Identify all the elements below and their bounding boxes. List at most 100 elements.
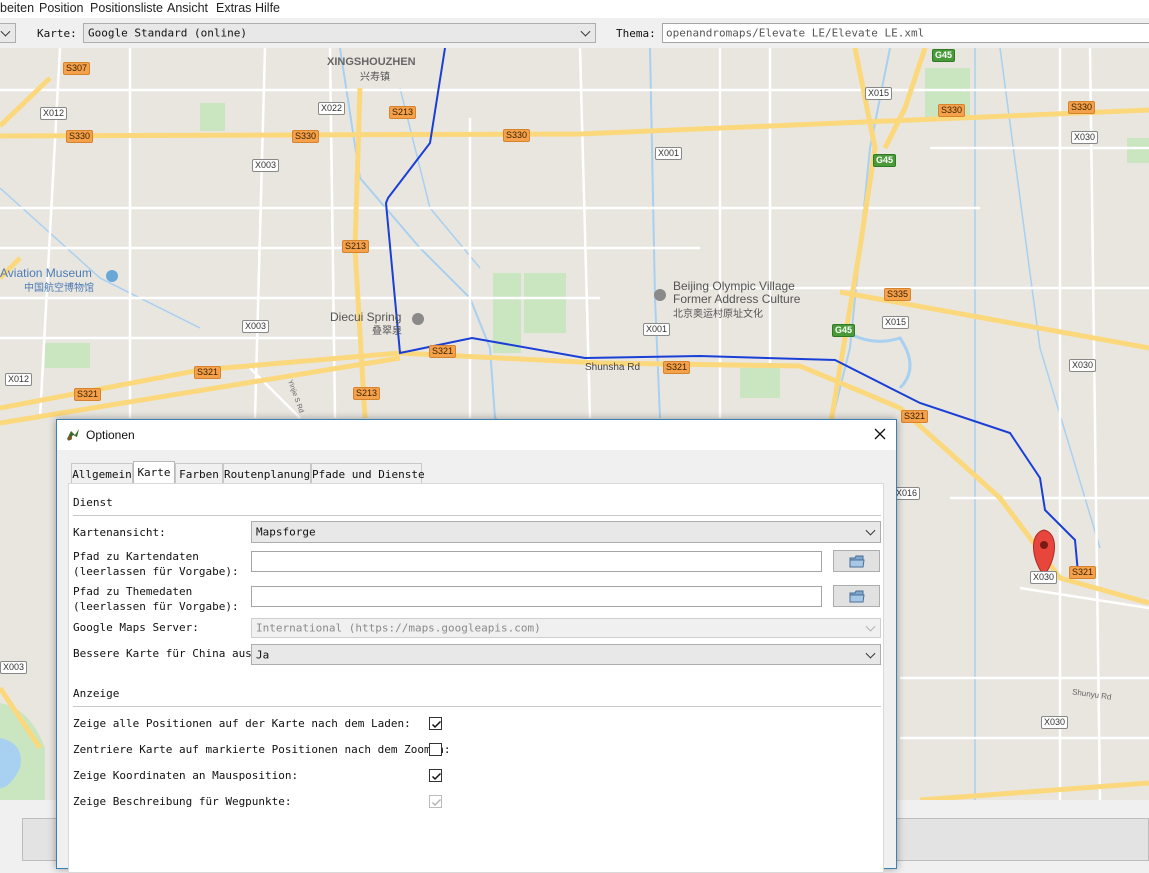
road-shield: G45 [932, 49, 956, 62]
gmaps-server-select: International (https://maps.googleapis.c… [251, 618, 881, 638]
road-shield: S330 [292, 130, 320, 143]
dialog-titlebar[interactable]: Optionen [57, 420, 896, 450]
map-select[interactable]: Google Standard (online) [83, 23, 596, 43]
menu-position[interactable]: Position [39, 1, 83, 15]
label-xingshouzhen: XINGSHOUZHEN [327, 56, 416, 68]
show-all-positions-checkbox[interactable] [429, 717, 442, 730]
road-shield: S330 [66, 130, 94, 143]
checkmark-icon [431, 720, 442, 729]
tab-label: Allgemein [72, 468, 132, 481]
road-shield: X030 [1030, 571, 1058, 584]
road-shield: X003 [252, 159, 280, 172]
theme-data-path-input[interactable] [251, 586, 822, 607]
browse-theme-data-button[interactable] [833, 585, 880, 607]
left-dropdown[interactable] [0, 23, 16, 43]
folder-icon [849, 555, 865, 568]
road-shield: S321 [74, 388, 102, 401]
close-icon[interactable] [870, 424, 890, 444]
show-description-checkbox [429, 795, 442, 808]
landmark-poi-icon[interactable] [654, 289, 666, 301]
theme-data-sublabel: (leerlassen für Vorgabe): [73, 600, 239, 613]
label-olympic-village-cn: 北京奥运村原址文化 [673, 309, 763, 320]
road-shield: X015 [882, 316, 910, 329]
section-divider [73, 706, 881, 707]
park-area [1127, 138, 1149, 163]
menu-edit[interactable]: beiten [0, 1, 34, 15]
chevron-down-icon [0, 26, 11, 37]
label-olympic-village: Beijing Olympic Village [673, 279, 795, 293]
tab-map[interactable]: Karte [133, 461, 175, 484]
tab-label: Karte [137, 466, 171, 479]
checkmark-icon [431, 772, 442, 781]
section-service-heading: Dienst [73, 496, 113, 509]
gmaps-server-value: International (https://maps.googleapis.c… [256, 621, 541, 635]
map-options-panel: Dienst Kartenansicht: Mapsforge Pfad zu … [68, 483, 884, 873]
map-data-label: Pfad zu Kartendaten [73, 550, 199, 563]
theme-field-value: openandromaps/Elevate LE/Elevate LE.xml [666, 26, 925, 40]
browse-map-data-button[interactable] [833, 550, 880, 572]
label-shunsha-rd: Shunsha Rd [585, 362, 641, 373]
folder-icon [849, 590, 865, 603]
section-divider [73, 515, 881, 516]
tab-route-planning[interactable]: Routenplanung [223, 463, 311, 483]
road-shield: G45 [873, 154, 897, 167]
map-select-value: Google Standard (online) [88, 26, 247, 40]
better-china-select[interactable]: Ja [251, 644, 881, 665]
road-shield: S330 [1068, 101, 1096, 114]
road-shield: G45 [832, 324, 856, 337]
road-shield: S321 [901, 410, 929, 423]
label-xingshouzhen-cn: 兴寿镇 [360, 72, 390, 83]
menu-position-list[interactable]: Positionsliste [90, 1, 163, 15]
park-area [524, 273, 566, 333]
menu-bar: beiten Position Positionsliste Ansicht E… [0, 0, 1149, 18]
road-shield: X012 [5, 373, 33, 386]
map-view-value: Mapsforge [256, 525, 316, 539]
better-china-value: Ja [256, 648, 270, 661]
road-shield: X003 [0, 661, 28, 674]
road-shield: S330 [503, 129, 531, 142]
map-view-select[interactable]: Mapsforge [251, 521, 881, 543]
chevron-down-icon [865, 525, 876, 536]
center-map-checkbox[interactable] [429, 743, 442, 756]
label-olympic-village-2: Former Address Culture [673, 292, 801, 306]
theme-data-label: Pfad zu Themedaten [73, 585, 193, 598]
tab-general[interactable]: Allgemein [71, 463, 133, 483]
tab-label: Pfade und Dienste [312, 468, 425, 481]
road-shield: X030 [1071, 131, 1099, 144]
show-all-positions-label: Zeige alle Positionen auf der Karte nach… [73, 717, 411, 730]
chevron-down-icon [580, 26, 591, 37]
menu-help[interactable]: Hilfe [255, 1, 280, 15]
road-shield: S321 [194, 366, 222, 379]
museum-poi-icon[interactable] [106, 270, 118, 282]
park-area [45, 343, 90, 368]
road-shield: X012 [40, 107, 68, 120]
marker-dot [1040, 541, 1048, 549]
menu-view[interactable]: Ansicht [167, 1, 208, 15]
road-shield: S213 [389, 106, 417, 119]
theme-field[interactable]: openandromaps/Elevate LE/Elevate LE.xml [662, 23, 1149, 43]
better-china-label: Bessere Karte für China aus: [73, 647, 259, 660]
road-shield: S321 [429, 345, 457, 358]
park-poi-icon[interactable] [412, 313, 424, 325]
road-shield: X001 [643, 323, 671, 336]
park-area [493, 273, 521, 353]
menu-extras[interactable]: Extras [216, 1, 251, 15]
tab-paths-services[interactable]: Pfade und Dienste [311, 463, 425, 483]
map-view-label: Kartenansicht: [73, 526, 166, 539]
map-data-path-input[interactable] [251, 551, 822, 572]
road-shield: S321 [663, 361, 691, 374]
road-shield: S213 [342, 240, 370, 253]
park-area [740, 368, 780, 398]
road-shield: X030 [1041, 716, 1069, 729]
map-label: Karte: [37, 27, 77, 40]
dialog-title: Optionen [86, 428, 135, 442]
tab-colors[interactable]: Farben [175, 463, 223, 483]
map-data-sublabel: (leerlassen für Vorgabe): [73, 565, 239, 578]
show-coordinates-checkbox[interactable] [429, 769, 442, 782]
tab-label: Routenplanung [224, 468, 311, 481]
road-shield: X001 [655, 147, 683, 160]
map-toolbar: Karte: Google Standard (online) Thema: o… [0, 18, 1149, 49]
show-description-label: Zeige Beschreibung für Wegpunkte: [73, 795, 292, 808]
section-display-heading: Anzeige [73, 687, 120, 700]
label-aviation-museum: Aviation Museum [0, 266, 92, 280]
